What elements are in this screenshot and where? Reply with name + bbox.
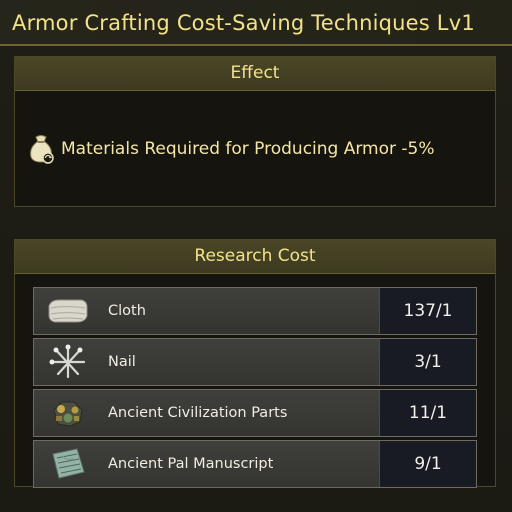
- cloth-icon: [42, 289, 94, 333]
- cost-item-count: 9/1: [379, 441, 476, 487]
- cost-row-manuscript: Ancient Pal Manuscript 9/1: [33, 440, 477, 488]
- ancient-parts-icon: [42, 391, 94, 435]
- page-title: Armor Crafting Cost-Saving Techniques Lv…: [0, 0, 512, 46]
- manuscript-icon: [42, 442, 94, 486]
- research-cost-panel: Research Cost Cloth 137/1 Nail 3/1 Ancie…: [14, 239, 496, 488]
- cost-item-count: 3/1: [379, 339, 476, 385]
- effect-row: Materials Required for Producing Armor -…: [27, 133, 435, 165]
- cost-row-nail: Nail 3/1: [33, 338, 477, 386]
- effect-panel: Effect Materials Required for Producing …: [14, 56, 496, 207]
- nail-icon: [42, 340, 94, 384]
- cost-item-name: Ancient Pal Manuscript: [108, 456, 274, 472]
- cost-item-name: Nail: [108, 354, 136, 370]
- cost-row-ancient-parts: Ancient Civilization Parts 11/1: [33, 389, 477, 437]
- research-cost-header: Research Cost: [15, 240, 495, 274]
- research-cost-list: Cloth 137/1 Nail 3/1 Ancient Civilizatio…: [33, 287, 477, 491]
- cost-item-name: Ancient Civilization Parts: [108, 405, 288, 421]
- cost-item-count: 11/1: [379, 390, 476, 436]
- effect-text: Materials Required for Producing Armor -…: [61, 139, 435, 159]
- cost-item-name: Cloth: [108, 303, 146, 319]
- cost-row-cloth: Cloth 137/1: [33, 287, 477, 335]
- effect-header: Effect: [15, 57, 495, 91]
- tech-detail-window: Armor Crafting Cost-Saving Techniques Lv…: [0, 0, 512, 512]
- material-bag-icon: [27, 133, 55, 165]
- cost-item-count: 137/1: [379, 288, 476, 334]
